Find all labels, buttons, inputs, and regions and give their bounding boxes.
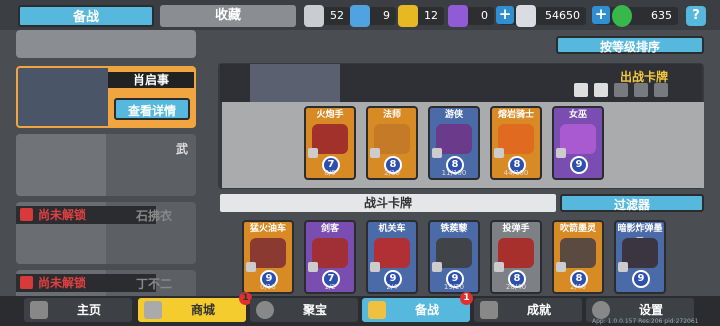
hero-card-selected[interactable]: 肖启事 查看详情: [16, 66, 196, 128]
hero-portrait: [16, 134, 106, 196]
card-type-icon: [308, 148, 318, 158]
blue-trophy-counter: 9: [350, 5, 396, 27]
sort-by-level-button[interactable]: 按等级排序: [556, 36, 704, 54]
lock-icon: [20, 276, 33, 289]
deck-icon: [368, 301, 386, 319]
card-type-icon: [556, 148, 566, 158]
silver-trophy-counter: 52: [304, 5, 350, 27]
hero-list[interactable]: 肖启事 查看详情 武 尚未解锁 石拂衣 尚未解锁 丁不二: [12, 30, 204, 298]
achievements-icon: [480, 301, 498, 319]
battle-card[interactable]: 暗影炸弹墨灵9: [614, 220, 666, 294]
tab-collection[interactable]: 收藏: [160, 5, 296, 27]
deck-card[interactable]: 法师 8 2/10: [366, 106, 418, 180]
battle-card[interactable]: 铁蒺藜 9 19/20: [428, 220, 480, 294]
card-type-icon: [308, 262, 318, 272]
silver-trophy-icon: [304, 5, 324, 27]
blue-trophy-icon: [350, 5, 370, 27]
gold-trophy-icon: [398, 5, 418, 27]
filter-button[interactable]: 过滤器: [560, 194, 704, 212]
filter-icon[interactable]: [594, 83, 608, 97]
hero-name: 丁不二: [136, 277, 173, 291]
hero-name: 石拂衣: [136, 209, 173, 223]
card-type-icon: [432, 148, 442, 158]
hero-banner-portrait: [250, 64, 340, 102]
nav-shop[interactable]: 商城 1: [138, 292, 252, 322]
hero-card-locked[interactable]: 尚未解锁 石拂衣: [16, 202, 196, 264]
card-type-icon: [432, 262, 442, 272]
shop-icon: [144, 301, 162, 319]
nav-home[interactable]: 主页: [24, 298, 132, 322]
deck-card[interactable]: 女巫 9: [552, 106, 604, 180]
filter-icon[interactable]: [574, 83, 588, 97]
nav-treasure[interactable]: 聚宝: [250, 298, 358, 322]
coin-icon: [516, 5, 536, 27]
card-type-icon: [370, 148, 380, 158]
treasure-icon: [256, 301, 274, 319]
hero-portrait: [18, 68, 108, 126]
card-type-icon: [618, 262, 628, 272]
lock-banner: 尚未解锁: [16, 274, 156, 292]
purple-trophy-icon: [448, 5, 468, 27]
lock-banner: 尚未解锁: [16, 206, 156, 224]
purple-trophy-counter: 0: [448, 5, 494, 27]
hero-card-locked[interactable]: 尚未解锁 丁不二: [16, 270, 196, 298]
nav-deck[interactable]: 备战 1: [362, 292, 473, 322]
add-coin-button[interactable]: +: [496, 6, 514, 24]
card-type-icon: [246, 262, 256, 272]
hero-card[interactable]: 武: [16, 134, 196, 196]
hero-card-partial[interactable]: [16, 30, 196, 58]
deck-card[interactable]: 火炮手 7 8/6: [304, 106, 356, 180]
gold-trophy-counter: 12: [398, 5, 444, 27]
card-type-icon: [494, 148, 504, 158]
battle-card[interactable]: 机关车 9 2/4: [366, 220, 418, 294]
nav-achievements[interactable]: 成就: [474, 298, 582, 322]
lock-icon: [20, 208, 33, 221]
battle-card[interactable]: 剑客 7 1/2: [304, 220, 356, 294]
version-text: App: 1.0.0.157 Res:206 pid:272061: [592, 318, 699, 325]
card-type-icon: [494, 262, 504, 272]
coin-counter: +54650: [496, 5, 586, 27]
tab-deck[interactable]: 备战: [18, 5, 154, 27]
view-details-button[interactable]: 查看详情: [114, 98, 190, 120]
filter-icon[interactable]: [634, 83, 648, 97]
battle-card[interactable]: 吹箭墨灵 8 2/40: [552, 220, 604, 294]
battle-card[interactable]: 猛火油车 9 0/16: [242, 220, 294, 294]
gem-icon: [612, 5, 632, 27]
card-type-icon: [370, 262, 380, 272]
battle-card[interactable]: 投弹手 8 20/40: [490, 220, 542, 294]
add-gem-button[interactable]: +: [592, 6, 610, 24]
hero-name: 肖启事: [108, 72, 194, 88]
help-button[interactable]: ?: [686, 6, 706, 26]
home-icon: [30, 301, 48, 319]
hero-name: 武: [175, 142, 188, 156]
notification-badge: 1: [460, 292, 473, 305]
gem-counter: +635: [592, 5, 678, 27]
filter-icon[interactable]: [614, 83, 628, 97]
card-type-icon: [556, 262, 566, 272]
gear-icon: [592, 301, 610, 319]
deck-card[interactable]: 熔岩骑士 8 44/100: [490, 106, 542, 180]
battle-cards-title: 战斗卡牌: [220, 194, 556, 212]
deck-card[interactable]: 游侠 8 11/100: [428, 106, 480, 180]
filter-icon[interactable]: [654, 83, 668, 97]
